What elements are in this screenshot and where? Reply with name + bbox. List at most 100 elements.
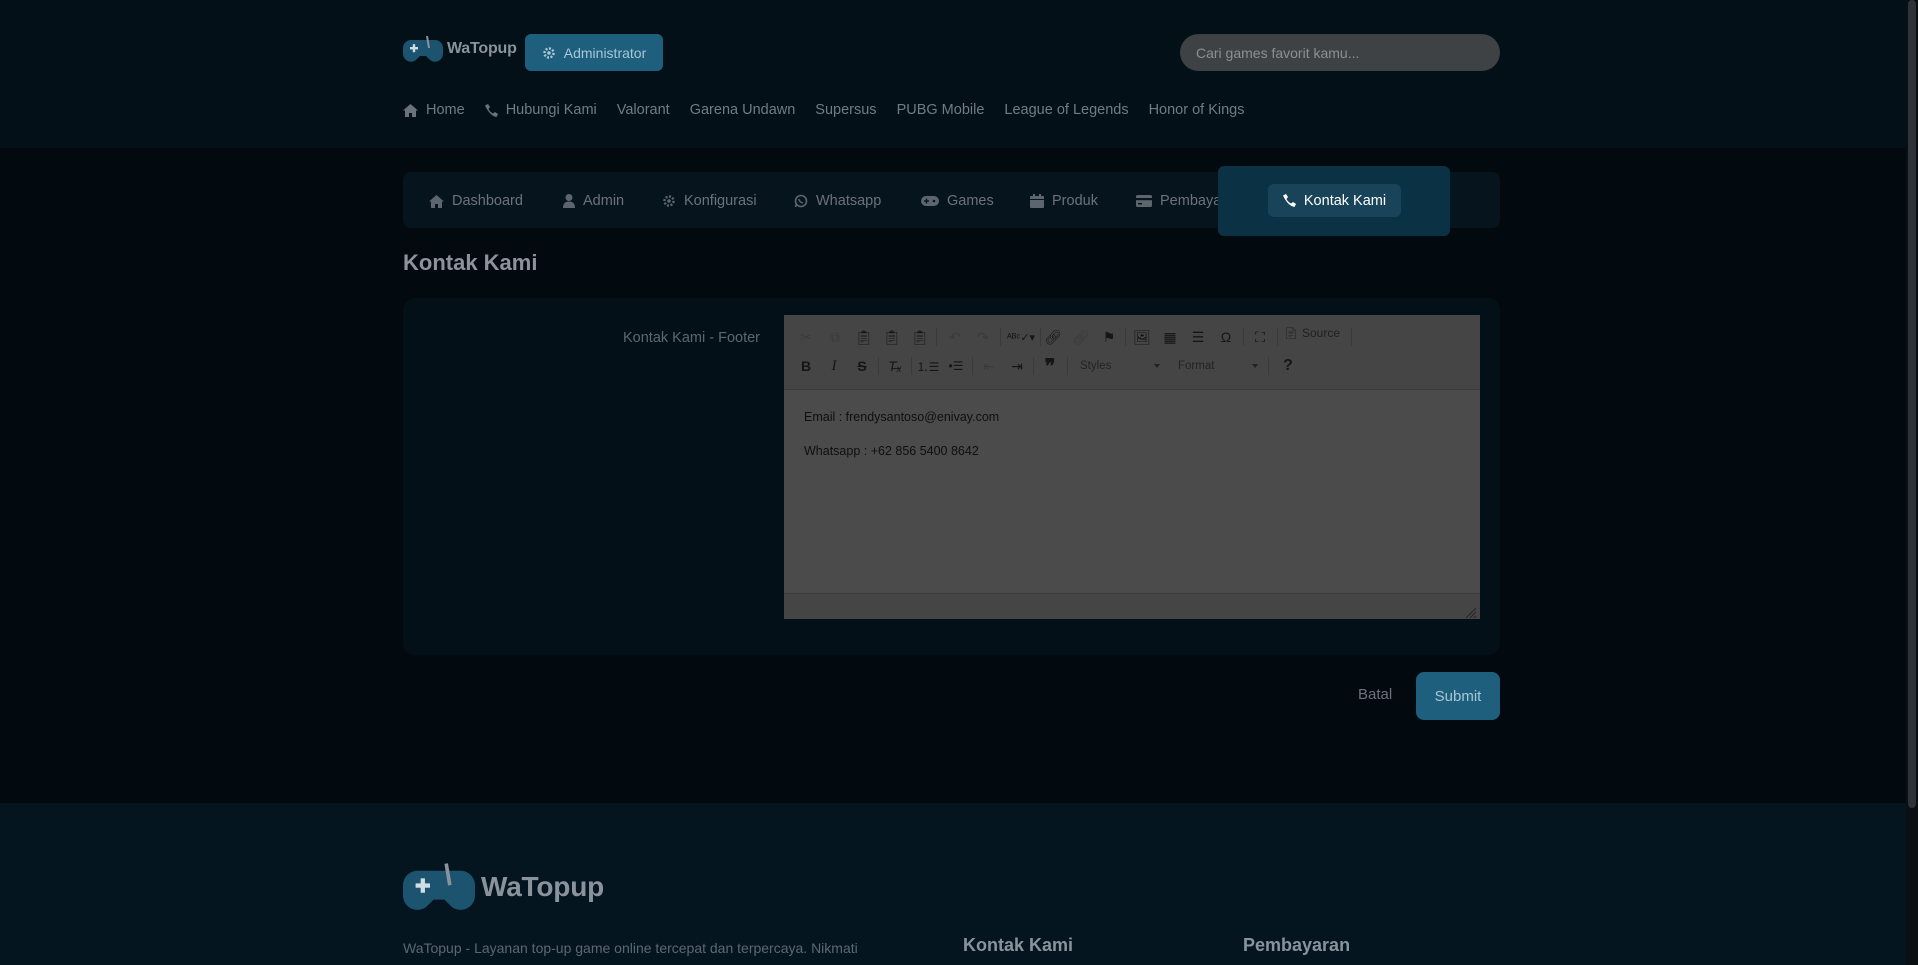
nav-item-valorant[interactable]: Valorant: [617, 102, 670, 118]
nav-item-hubungi-kami[interactable]: Hubungi Kami: [484, 102, 597, 118]
horizontal-line-icon[interactable]: ☰: [1187, 326, 1209, 348]
special-char-icon[interactable]: Ω: [1215, 326, 1237, 348]
content-line-whatsapp: Whatsapp : +62 856 5400 8642: [804, 443, 979, 458]
nav-item-honor-of-kings[interactable]: Honor of Kings: [1149, 102, 1245, 118]
phone-icon: [1282, 194, 1296, 207]
tab-dashboard[interactable]: Dashboard: [429, 186, 523, 216]
chevron-down-icon: [1252, 364, 1258, 368]
indent-icon[interactable]: ⇥: [1006, 355, 1028, 377]
nav-item-label: Hubungi Kami: [505, 102, 597, 118]
remove-format-icon[interactable]: T̶ₓ: [884, 355, 906, 377]
outdent-icon[interactable]: ⇤: [978, 355, 1000, 377]
home-icon: [403, 103, 418, 117]
search-input[interactable]: [1180, 34, 1500, 71]
footer-description: WaTopup - Layanan top-up game online ter…: [403, 940, 858, 956]
copy-icon[interactable]: ⧉: [824, 326, 846, 348]
chevron-down-icon: [1154, 364, 1160, 368]
bulleted-list-icon[interactable]: •☰: [945, 355, 967, 377]
rich-text-editor[interactable]: ✂ ⧉ 📋︎ 📋︎ 📋︎ ↶ ↷ ᴬᴮᶜ✓▾ 🔗︎ 🔗︎ ⚑ 🖼︎ ▦ ☰ Ω …: [784, 315, 1480, 619]
nav-item-label: League of Legends: [1004, 102, 1129, 118]
format-dropdown[interactable]: Format: [1170, 355, 1262, 377]
bold-icon[interactable]: B: [795, 355, 817, 377]
gamepad-icon: [921, 195, 939, 207]
tab-kontak-kami[interactable]: Kontak Kami: [1268, 184, 1401, 217]
nav-item-home[interactable]: Home: [403, 102, 465, 118]
italic-icon[interactable]: I: [823, 355, 845, 377]
toolbar-separator: [1033, 357, 1034, 375]
top-navigation: Home Hubungi Kami Valorant Garena Undawn…: [403, 98, 1245, 122]
home-icon: [429, 194, 444, 208]
tab-konfigurasi[interactable]: Konfigurasi: [662, 186, 757, 216]
redo-icon[interactable]: ↷: [972, 326, 994, 348]
toolbar-separator: [1277, 328, 1278, 346]
strikethrough-icon[interactable]: S: [851, 355, 873, 377]
table-icon[interactable]: ▦: [1159, 326, 1181, 348]
tab-games[interactable]: Games: [921, 186, 994, 216]
footer-logo-text: WaTopup: [481, 871, 605, 902]
tab-label: Konfigurasi: [684, 193, 757, 209]
gamepad-logo-icon: [403, 34, 443, 64]
editor-content[interactable]: Email : frendysantoso@enivay.com Whatsap…: [804, 411, 999, 478]
link-icon[interactable]: 🔗︎: [1042, 326, 1064, 348]
toolbar-separator: [1000, 328, 1001, 346]
footer-logo[interactable]: WaTopup: [403, 860, 604, 914]
content-line-email: Email : frendysantoso@enivay.com: [804, 410, 1000, 424]
toolbar-separator: [1268, 357, 1269, 375]
source-label: Source: [1301, 326, 1340, 340]
user-icon: [563, 194, 575, 208]
scrollbar[interactable]: [1906, 0, 1918, 965]
anchor-flag-icon[interactable]: ⚑: [1098, 326, 1120, 348]
site-logo[interactable]: WaTopup: [403, 34, 517, 64]
tab-label: Produk: [1052, 193, 1098, 209]
tab-produk[interactable]: Produk: [1030, 186, 1098, 216]
nav-item-pubg-mobile[interactable]: PUBG Mobile: [897, 102, 985, 118]
nav-item-label: Garena Undawn: [689, 102, 796, 118]
source-button[interactable]: 📄︎ Source: [1284, 326, 1340, 340]
editor-status-bar: [784, 593, 1480, 619]
styles-dropdown[interactable]: Styles: [1072, 355, 1164, 377]
logo-text: WaTopup: [447, 40, 517, 57]
gear-icon: [542, 46, 556, 60]
paste-from-word-icon[interactable]: 📋︎: [909, 326, 931, 348]
toolbar-separator: [1125, 328, 1126, 346]
tab-label: Whatsapp: [816, 193, 882, 209]
header-background: [0, 0, 1906, 148]
nav-item-label: Supersus: [815, 102, 877, 118]
submit-button[interactable]: Submit: [1416, 672, 1500, 720]
whatsapp-icon: [794, 194, 808, 208]
nav-item-garena-undawn[interactable]: Garena Undawn: [690, 102, 796, 118]
scrollbar-thumb[interactable]: [1908, 0, 1916, 808]
tab-label: Dashboard: [452, 193, 523, 209]
page-title: Kontak Kami: [403, 250, 538, 275]
tab-label: Kontak Kami: [1303, 192, 1387, 209]
toolbar-separator: [1351, 328, 1352, 346]
toolbar-separator: [1243, 328, 1244, 346]
help-icon[interactable]: ?: [1277, 355, 1299, 377]
styles-label: Styles: [1080, 360, 1112, 372]
nav-item-league-of-legends[interactable]: League of Legends: [1004, 102, 1128, 118]
nav-item-label: Honor of Kings: [1148, 102, 1245, 118]
nav-item-supersus[interactable]: Supersus: [815, 102, 876, 118]
image-icon[interactable]: 🖼︎: [1131, 326, 1153, 348]
numbered-list-icon[interactable]: ⒈☰: [917, 355, 940, 377]
administrator-button[interactable]: Administrator: [525, 34, 663, 71]
cancel-button[interactable]: Batal: [1358, 686, 1392, 703]
unlink-icon[interactable]: 🔗︎: [1070, 326, 1092, 348]
resize-handle-icon[interactable]: [1465, 605, 1477, 619]
tab-whatsapp[interactable]: Whatsapp: [794, 186, 881, 216]
undo-icon[interactable]: ↶: [944, 326, 966, 348]
source-icon: 📄︎: [1284, 327, 1298, 340]
paste-text-icon[interactable]: 📋︎: [881, 326, 903, 348]
cut-icon[interactable]: ✂: [795, 326, 817, 348]
maximize-icon[interactable]: ⛶: [1249, 326, 1271, 348]
tab-admin[interactable]: Admin: [563, 186, 624, 216]
phone-icon: [484, 103, 498, 117]
paste-icon[interactable]: 📋︎: [853, 326, 875, 348]
blockquote-icon[interactable]: ❞: [1039, 355, 1061, 378]
footer-heading-payment: Pembayaran: [1243, 935, 1351, 955]
spellcheck-icon[interactable]: ᴬᴮᶜ✓▾: [1006, 326, 1036, 348]
gamepad-logo-icon: [403, 860, 475, 914]
nav-item-label: Home: [426, 102, 465, 118]
toolbar-separator: [911, 357, 912, 375]
nav-item-label: PUBG Mobile: [896, 102, 985, 118]
